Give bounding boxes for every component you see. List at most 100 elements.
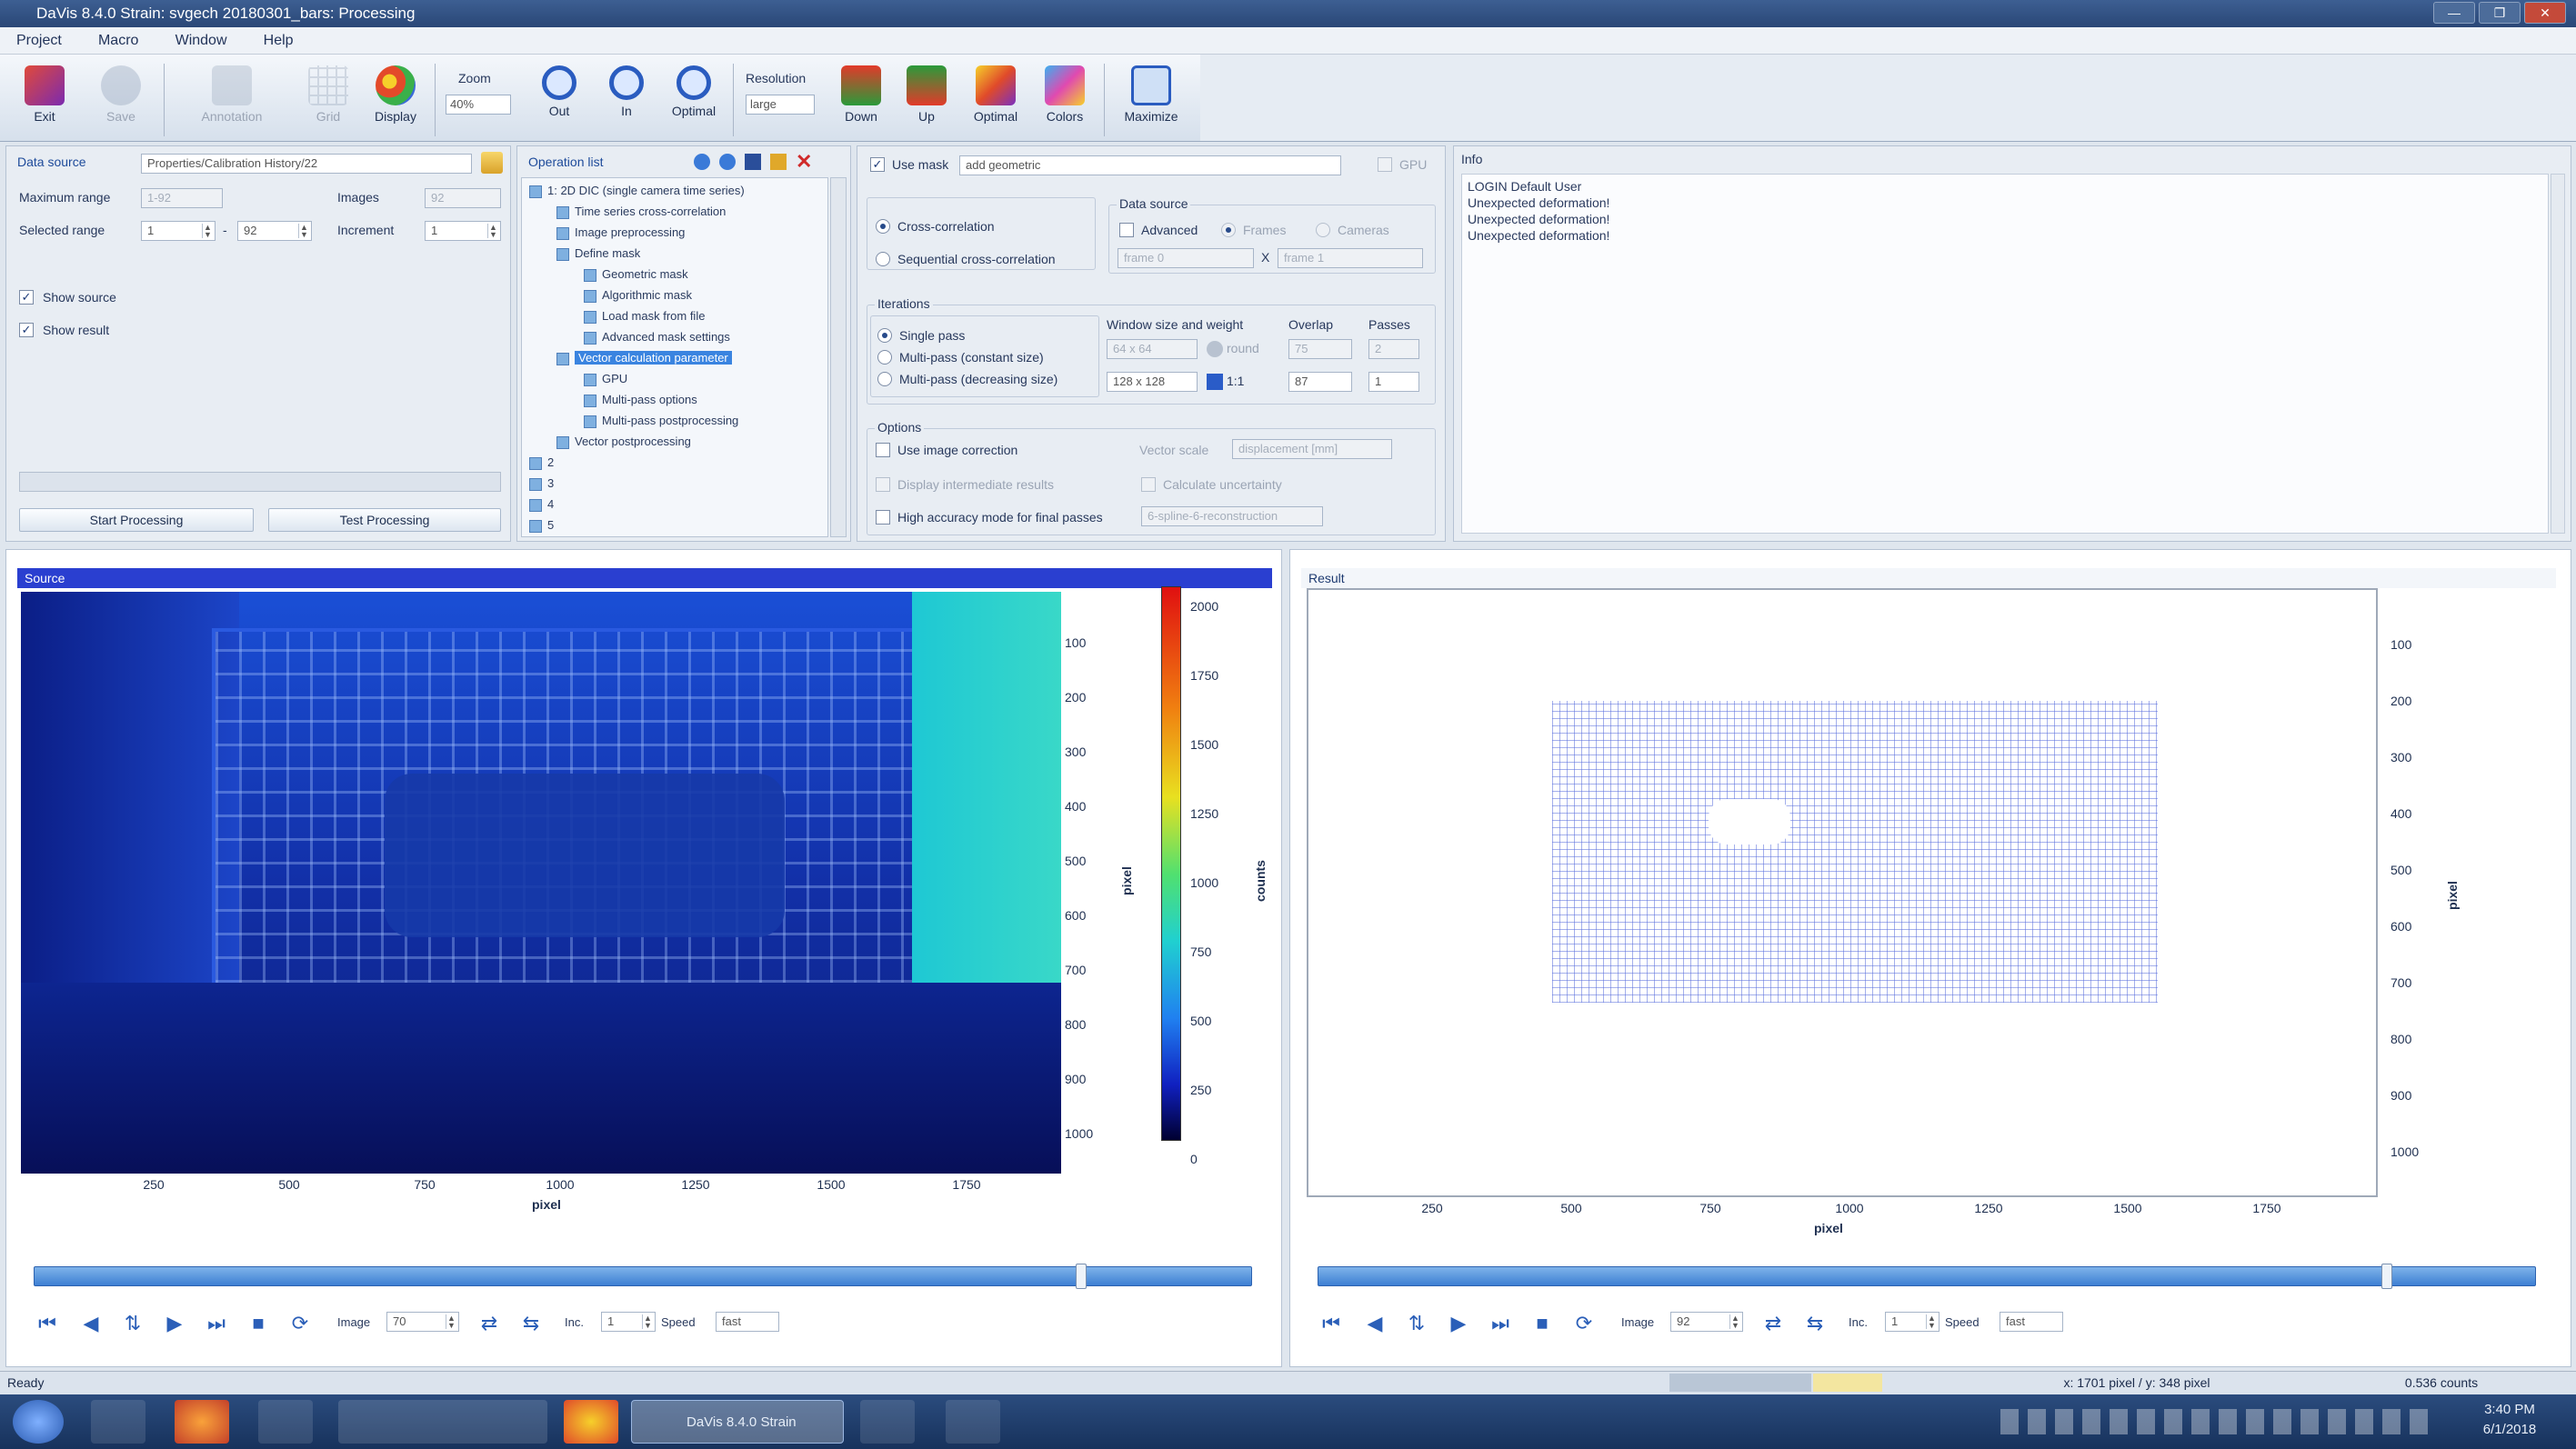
- single-pass-radio[interactable]: [877, 328, 892, 343]
- source-image-slider[interactable]: [34, 1266, 1252, 1286]
- taskbar-app-icon[interactable]: [91, 1400, 145, 1444]
- annotation-button[interactable]: Annotation: [191, 60, 273, 140]
- stop-icon[interactable]: ■: [1529, 1310, 1556, 1337]
- taskbar-davis[interactable]: DaVis 8.4.0 Strain: [631, 1400, 844, 1444]
- first-frame-icon[interactable]: ⏮: [34, 1310, 61, 1337]
- maximize-button[interactable]: Maximize: [1115, 60, 1188, 140]
- passes-1[interactable]: 2: [1368, 339, 1419, 359]
- tree-item[interactable]: Vector calculation parameter: [556, 349, 732, 367]
- multi-pass-decreasing-radio[interactable]: [877, 372, 892, 386]
- tree-item[interactable]: 2: [529, 454, 554, 472]
- tree-item[interactable]: 5: [529, 516, 554, 535]
- tree-item[interactable]: Time series cross-correlation: [556, 203, 726, 221]
- firefox-icon[interactable]: [175, 1400, 229, 1444]
- import-icon[interactable]: ⇆: [517, 1310, 545, 1337]
- frame-a-select[interactable]: frame 0: [1118, 248, 1254, 268]
- data-source-path[interactable]: Properties/Calibration History/22: [141, 154, 472, 174]
- colors-button[interactable]: Colors: [1033, 60, 1097, 140]
- tree-item[interactable]: 4: [529, 495, 554, 514]
- tree-item[interactable]: Vector postprocessing: [556, 433, 691, 451]
- taskbar-app-icon[interactable]: [258, 1400, 313, 1444]
- chrome-icon[interactable]: [564, 1400, 618, 1444]
- increment-field[interactable]: 1 ▲ ▼: [425, 221, 501, 241]
- first-frame-icon[interactable]: ⏮: [1318, 1310, 1345, 1337]
- show-source-checkbox[interactable]: ✓: [19, 290, 34, 305]
- minimize-button[interactable]: —: [2433, 2, 2475, 24]
- inc-field[interactable]: 1 ▲ ▼: [1885, 1312, 1940, 1332]
- source-slider-thumb[interactable]: [1076, 1264, 1087, 1289]
- passes-2[interactable]: 1: [1368, 372, 1419, 392]
- speed-select[interactable]: fast: [2000, 1312, 2063, 1332]
- tree-item[interactable]: 3: [529, 475, 554, 493]
- frame-b-select[interactable]: frame 1: [1278, 248, 1423, 268]
- taskbar-app-icon[interactable]: [860, 1400, 915, 1444]
- step-icon[interactable]: ⇅: [119, 1310, 146, 1337]
- image-number-field[interactable]: 92 ▲ ▼: [1670, 1312, 1743, 1332]
- info-scrollbar[interactable]: [2551, 174, 2565, 534]
- grid-button[interactable]: Grid: [296, 60, 360, 140]
- high-accuracy-checkbox[interactable]: [876, 510, 890, 525]
- clock[interactable]: 3:40 PM 6/1/2018: [2455, 1400, 2564, 1440]
- tree-item[interactable]: Load mask from file: [584, 307, 705, 325]
- move-down-icon[interactable]: [719, 154, 736, 170]
- image-correction-checkbox[interactable]: [876, 443, 890, 457]
- taskbar-explorer[interactable]: [338, 1400, 547, 1444]
- down-button[interactable]: Down: [829, 60, 893, 140]
- move-up-icon[interactable]: [694, 154, 710, 170]
- start-button[interactable]: [13, 1400, 64, 1444]
- stop-icon[interactable]: ■: [245, 1310, 272, 1337]
- last-frame-icon[interactable]: ⏭: [203, 1310, 230, 1337]
- export-icon[interactable]: ⇄: [476, 1310, 503, 1337]
- zoom-out-button[interactable]: Out: [527, 60, 591, 140]
- tree-item[interactable]: Multi-pass postprocessing: [584, 412, 738, 430]
- start-processing-button[interactable]: Start Processing: [19, 508, 254, 532]
- save-button[interactable]: Save: [89, 60, 153, 140]
- cross-correlation-radio[interactable]: [876, 219, 890, 234]
- system-tray-icons[interactable]: [2000, 1409, 2437, 1434]
- tree-item[interactable]: Image preprocessing: [556, 224, 685, 242]
- optimal-colors-button[interactable]: Optimal: [964, 60, 1027, 140]
- inc-field[interactable]: 1 ▲ ▼: [601, 1312, 656, 1332]
- tree-item[interactable]: Advanced mask settings: [584, 328, 730, 346]
- delete-icon[interactable]: ✕: [796, 152, 814, 172]
- import-icon[interactable]: ⇆: [1801, 1310, 1829, 1337]
- open-list-icon[interactable]: [770, 154, 787, 170]
- loop-icon[interactable]: ⟳: [1570, 1310, 1598, 1337]
- play-icon[interactable]: ▶: [1445, 1310, 1472, 1337]
- result-plot-area[interactable]: [1307, 588, 2378, 1197]
- intermediate-results-checkbox[interactable]: [876, 477, 890, 492]
- result-slider-thumb[interactable]: [2381, 1264, 2392, 1289]
- tree-item[interactable]: Multi-pass options: [584, 391, 697, 409]
- up-button[interactable]: Up: [895, 60, 958, 140]
- zoom-select[interactable]: 40%: [446, 95, 511, 115]
- selected-range-to[interactable]: 92 ▲ ▼: [237, 221, 312, 241]
- result-image-slider[interactable]: [1318, 1266, 2536, 1286]
- zoom-in-button[interactable]: In: [595, 60, 658, 140]
- export-icon[interactable]: ⇄: [1759, 1310, 1787, 1337]
- prev-frame-icon[interactable]: ◀: [1361, 1310, 1388, 1337]
- overlap-1[interactable]: 75: [1288, 339, 1352, 359]
- use-mask-checkbox[interactable]: ✓: [870, 157, 885, 172]
- cameras-radio[interactable]: [1316, 223, 1330, 237]
- prev-frame-icon[interactable]: ◀: [77, 1310, 105, 1337]
- advanced-checkbox[interactable]: [1119, 223, 1134, 237]
- image-number-field[interactable]: 70 ▲ ▼: [386, 1312, 459, 1332]
- menu-project[interactable]: Project: [0, 27, 78, 55]
- vector-scale-select[interactable]: displacement [mm]: [1232, 439, 1392, 459]
- sequential-correlation-radio[interactable]: [876, 252, 890, 266]
- step-icon[interactable]: ⇅: [1403, 1310, 1430, 1337]
- exit-button[interactable]: Exit: [13, 60, 76, 140]
- tree-item[interactable]: 1: 2D DIC (single camera time series): [529, 182, 745, 200]
- play-icon[interactable]: ▶: [161, 1310, 188, 1337]
- resolution-select[interactable]: large: [746, 95, 815, 115]
- overlap-2[interactable]: 87: [1288, 372, 1352, 392]
- display-button[interactable]: Display: [364, 60, 427, 140]
- save-list-icon[interactable]: [745, 154, 761, 170]
- tree-item[interactable]: GPU: [584, 370, 627, 388]
- menu-macro[interactable]: Macro: [82, 27, 155, 55]
- frames-radio[interactable]: [1221, 223, 1236, 237]
- source-image[interactable]: [21, 592, 1061, 1174]
- restore-button[interactable]: ❐: [2479, 2, 2521, 24]
- last-frame-icon[interactable]: ⏭: [1487, 1310, 1514, 1337]
- tree-item[interactable]: Define mask: [556, 245, 640, 263]
